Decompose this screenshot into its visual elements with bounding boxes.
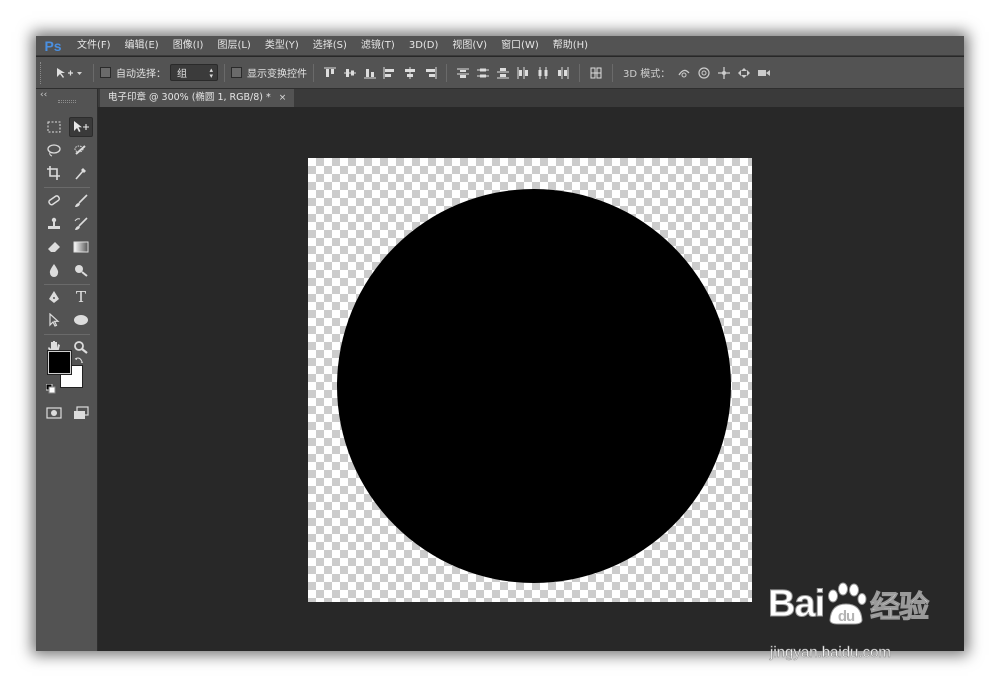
watermark-logo: Bai du 经验 xyxy=(767,582,930,626)
eyedropper-tool[interactable] xyxy=(69,163,93,183)
tools-panel: ‹‹ T xyxy=(36,89,98,651)
menu-image[interactable]: 图像(I) xyxy=(166,36,211,56)
rectangular-marquee-tool[interactable] xyxy=(42,117,66,137)
distribute-right-icon[interactable] xyxy=(556,66,570,80)
menu-select[interactable]: 选择(S) xyxy=(306,36,354,56)
3d-slide-icon[interactable] xyxy=(737,66,751,80)
options-grip[interactable] xyxy=(40,61,43,84)
gradient-tool[interactable] xyxy=(69,237,93,257)
options-bar: 自动选择： 组 ▴ ▾ 显示变换控件 3D 模式： xyxy=(36,57,964,89)
align-bottom-edges-icon[interactable] xyxy=(363,66,377,80)
menu-view[interactable]: 视图(V) xyxy=(445,36,494,56)
quick-selection-tool[interactable] xyxy=(69,140,93,160)
eraser-tool[interactable] xyxy=(42,237,66,257)
menu-window[interactable]: 窗口(W) xyxy=(494,36,546,56)
watermark-brand-right: 经验 xyxy=(870,590,930,626)
paw-icon: du xyxy=(824,582,868,626)
auto-select-checkbox[interactable] xyxy=(100,67,111,78)
blur-tool[interactable] xyxy=(42,260,66,280)
dropdown-arrows-icon: ▴ ▾ xyxy=(209,65,213,80)
auto-select-label: 自动选择： xyxy=(116,69,166,80)
tools-grip[interactable] xyxy=(58,100,76,103)
menu-filter[interactable]: 滤镜(T) xyxy=(354,36,402,56)
move-tool[interactable] xyxy=(69,117,93,137)
menu-3d[interactable]: 3D(D) xyxy=(402,36,446,56)
screen-mode-icon[interactable] xyxy=(69,403,93,423)
3d-rotate-icon[interactable] xyxy=(677,66,691,80)
align-top-edges-icon[interactable] xyxy=(323,66,337,80)
align-horizontal-centers-icon[interactable] xyxy=(403,66,417,80)
auto-select-value: 组 xyxy=(177,69,187,80)
document-tab[interactable]: 电子印章 @ 300% (椭圆 1, RGB/8) * × xyxy=(100,89,295,107)
align-vertical-centers-icon[interactable] xyxy=(343,66,357,80)
3d-scale-icon[interactable] xyxy=(757,66,771,80)
auto-align-layers-icon[interactable] xyxy=(589,66,603,80)
dodge-tool[interactable] xyxy=(69,260,93,280)
watermark-url: jingyan.baidu.com xyxy=(770,644,891,662)
align-left-edges-icon[interactable] xyxy=(383,66,397,80)
show-transform-checkbox[interactable] xyxy=(231,67,242,78)
separator xyxy=(612,63,613,82)
move-tool-preset-icon[interactable] xyxy=(54,66,84,80)
lasso-tool[interactable] xyxy=(42,140,66,160)
clone-stamp-tool[interactable] xyxy=(42,214,66,234)
type-tool-glyph: T xyxy=(75,288,86,306)
separator xyxy=(224,63,225,82)
tool-divider xyxy=(44,284,90,285)
photoshop-window: Ps 文件(F) 编辑(E) 图像(I) 图层(L) 类型(Y) 选择(S) 滤… xyxy=(36,36,964,651)
baidu-jingyan-watermark: Bai du 经验 jingyan.baidu.com xyxy=(767,582,958,668)
crop-tool[interactable] xyxy=(42,163,66,183)
separator xyxy=(579,63,580,82)
distribute-left-icon[interactable] xyxy=(516,66,530,80)
path-selection-tool[interactable] xyxy=(42,310,66,330)
history-brush-tool[interactable] xyxy=(69,214,93,234)
3d-roll-icon[interactable] xyxy=(697,66,711,80)
distribute-vertical-centers-icon[interactable] xyxy=(476,66,490,80)
ellipse-tool[interactable] xyxy=(69,310,93,330)
menu-file[interactable]: 文件(F) xyxy=(70,36,118,56)
menu-layer[interactable]: 图层(L) xyxy=(210,36,257,56)
menu-help[interactable]: 帮助(H) xyxy=(546,36,595,56)
menu-edit[interactable]: 编辑(E) xyxy=(118,36,166,56)
spot-healing-brush-tool[interactable] xyxy=(42,191,66,211)
show-transform-label: 显示变换控件 xyxy=(247,69,307,80)
tool-divider xyxy=(44,187,90,188)
separator xyxy=(446,63,447,82)
distribute-top-icon[interactable] xyxy=(456,66,470,80)
distribute-bottom-icon[interactable] xyxy=(496,66,510,80)
type-tool[interactable]: T xyxy=(69,287,93,307)
foreground-color-swatch[interactable] xyxy=(48,351,71,374)
quick-mask-icon[interactable] xyxy=(42,403,66,423)
default-colors-icon[interactable] xyxy=(45,379,56,394)
watermark-brand-left: Bai xyxy=(767,582,825,625)
separator xyxy=(93,63,94,82)
ellipse-shape[interactable] xyxy=(337,189,731,583)
menu-type[interactable]: 类型(Y) xyxy=(258,36,306,56)
document-tab-title: 电子印章 @ 300% (椭圆 1, RGB/8) * xyxy=(108,92,271,103)
tool-divider xyxy=(44,334,90,335)
separator xyxy=(313,63,314,82)
svg-text:du: du xyxy=(838,608,855,625)
align-right-edges-icon[interactable] xyxy=(423,66,437,80)
close-tab-icon[interactable]: × xyxy=(279,89,287,107)
menu-bar: Ps 文件(F) 编辑(E) 图像(I) 图层(L) 类型(Y) 选择(S) 滤… xyxy=(36,36,964,56)
3d-mode-label: 3D 模式： xyxy=(623,69,671,80)
document-canvas[interactable] xyxy=(308,158,752,602)
pen-tool[interactable] xyxy=(42,287,66,307)
auto-select-dropdown[interactable]: 组 ▴ ▾ xyxy=(170,64,218,81)
distribute-horizontal-centers-icon[interactable] xyxy=(536,66,550,80)
3d-pan-icon[interactable] xyxy=(717,66,731,80)
ps-logo: Ps xyxy=(44,37,62,54)
brush-tool[interactable] xyxy=(69,191,93,211)
document-tab-bar: 电子印章 @ 300% (椭圆 1, RGB/8) * × xyxy=(98,89,964,107)
swap-colors-icon[interactable] xyxy=(74,351,84,363)
collapse-panel-icon[interactable]: ‹‹ xyxy=(40,90,47,100)
